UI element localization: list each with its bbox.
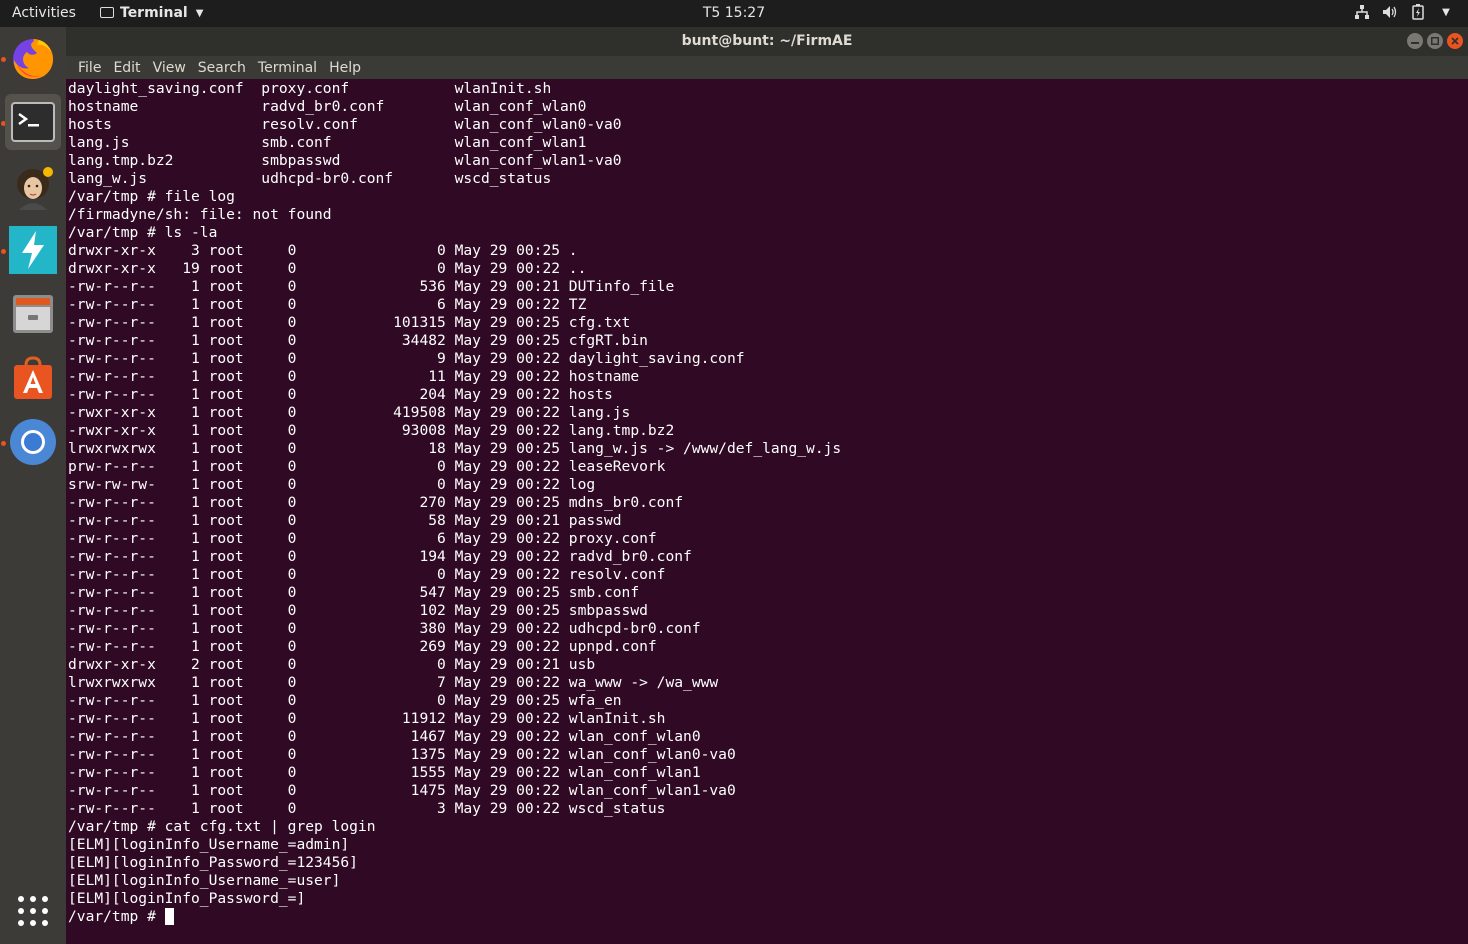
terminal-line: -rw-r--r-- 1 root 0 1555 May 29 00:22 wl… [68, 764, 701, 781]
grid-icon [18, 896, 48, 926]
dock [0, 27, 66, 944]
terminal-line: lang.tmp.bz2 smbpasswd wlan_conf_wlan1-v… [68, 152, 622, 169]
window-title-bar[interactable]: bunt@bunt: ~/FirmAE [66, 27, 1468, 56]
terminal-line: lang_w.js udhcpd-br0.conf wscd_status [68, 170, 552, 187]
file-cabinet-icon [13, 295, 53, 333]
terminal-line: -rw-r--r-- 1 root 0 380 May 29 00:22 udh… [68, 620, 701, 637]
terminal-line: -rw-r--r-- 1 root 0 101315 May 29 00:25 … [68, 314, 631, 331]
terminal-line: /var/tmp # ls -la [68, 224, 218, 241]
network-icon[interactable] [1354, 4, 1370, 20]
dock-item-terminal[interactable] [5, 94, 61, 150]
menu-search[interactable]: Search [192, 60, 252, 76]
terminal-line: -rwxr-xr-x 1 root 0 93008 May 29 00:22 l… [68, 422, 675, 439]
firefox-icon [13, 39, 54, 79]
dock-item-user-app[interactable] [5, 160, 61, 216]
clock[interactable]: T5 15:27 [703, 5, 765, 21]
window-title: bunt@bunt: ~/FirmAE [681, 33, 853, 49]
terminal-line: drwxr-xr-x 2 root 0 0 May 29 00:21 usb [68, 656, 596, 673]
terminal-lines: daylight_saving.conf proxy.conf wlanInit… [68, 80, 841, 926]
terminal-line: -rw-r--r-- 1 root 0 270 May 29 00:25 mdn… [68, 494, 684, 511]
terminal-line: -rw-r--r-- 1 root 0 9 May 29 00:22 dayli… [68, 350, 745, 367]
terminal-line: [ELM][loginInfo_Password_=] [68, 890, 306, 907]
menu-help[interactable]: Help [323, 60, 367, 76]
show-applications-button[interactable] [5, 883, 61, 939]
chevron-down-icon: ▼ [195, 7, 204, 19]
terminal-line: -rw-r--r-- 1 root 0 34482 May 29 00:25 c… [68, 332, 648, 349]
portrait-icon [17, 167, 53, 210]
software-store-icon [14, 356, 52, 399]
terminal-line: -rw-r--r-- 1 root 0 58 May 29 00:21 pass… [68, 512, 622, 529]
dock-item-firefox[interactable] [5, 30, 61, 86]
terminal-line: -rw-r--r-- 1 root 0 204 May 29 00:22 hos… [68, 386, 613, 403]
terminal-prompt-line[interactable]: /var/tmp # [68, 908, 841, 926]
terminal-line: -rw-r--r-- 1 root 0 0 May 29 00:22 resol… [68, 566, 666, 583]
dock-item-files[interactable] [5, 286, 61, 342]
terminal-line: -rw-r--r-- 1 root 0 0 May 29 00:25 wfa_e… [68, 692, 622, 709]
dock-item-flash-app[interactable] [5, 222, 61, 278]
terminal-line: -rw-r--r-- 1 root 0 547 May 29 00:25 smb… [68, 584, 640, 601]
system-tray[interactable]: ▼ [1354, 4, 1454, 20]
terminal-line: drwxr-xr-x 3 root 0 0 May 29 00:25 . [68, 242, 578, 259]
terminal-line: -rw-r--r-- 1 root 0 11912 May 29 00:22 w… [68, 710, 666, 727]
app-menu[interactable]: Terminal ▼ [100, 5, 203, 21]
terminal-line: -rw-r--r-- 1 root 0 1475 May 29 00:22 wl… [68, 782, 736, 799]
terminal-line: /firmadyne/sh: file: not found [68, 206, 332, 223]
terminal-line: -rwxr-xr-x 1 root 0 419508 May 29 00:22 … [68, 404, 631, 421]
terminal-line: [ELM][loginInfo_Username_=admin] [68, 836, 350, 853]
terminal-line: hosts resolv.conf wlan_conf_wlan0-va0 [68, 116, 622, 133]
terminal-icon [100, 6, 114, 18]
terminal-line: /var/tmp # cat cfg.txt | grep login [68, 818, 376, 835]
volume-icon[interactable] [1382, 4, 1398, 20]
terminal-line: -rw-r--r-- 1 root 0 269 May 29 00:22 upn… [68, 638, 657, 655]
terminal-line: -rw-r--r-- 1 root 0 102 May 29 00:25 smb… [68, 602, 648, 619]
terminal-prompt: /var/tmp # [68, 908, 165, 925]
terminal-line: srw-rw-rw- 1 root 0 0 May 29 00:22 log [68, 476, 596, 493]
terminal-line: [ELM][loginInfo_Password_=123456] [68, 854, 358, 871]
terminal-line: -rw-r--r-- 1 root 0 536 May 29 00:21 DUT… [68, 278, 675, 295]
terminal-line: hostname radvd_br0.conf wlan_conf_wlan0 [68, 98, 587, 115]
menu-view[interactable]: View [147, 60, 192, 76]
minimize-button[interactable] [1407, 33, 1423, 49]
close-button[interactable] [1447, 33, 1463, 49]
activities-button[interactable]: Activities [12, 5, 76, 21]
app-menu-label: Terminal [120, 5, 188, 21]
menu-file[interactable]: File [72, 60, 107, 76]
terminal-line: -rw-r--r-- 1 root 0 3 May 29 00:22 wscd_… [68, 800, 666, 817]
menu-edit[interactable]: Edit [107, 60, 146, 76]
terminal-output-area[interactable]: daylight_saving.conf proxy.conf wlanInit… [66, 79, 1468, 944]
terminal-line: drwxr-xr-x 19 root 0 0 May 29 00:22 .. [68, 260, 587, 277]
terminal-line: lrwxrwxrwx 1 root 0 18 May 29 00:25 lang… [68, 440, 842, 457]
minimize-icon [1411, 42, 1419, 44]
terminal-line: /var/tmp # file log [68, 188, 235, 205]
menu-bar: File Edit View Search Terminal Help [66, 56, 1468, 79]
dock-item-chromium[interactable] [5, 414, 61, 470]
close-icon [1451, 37, 1459, 45]
terminal-icon [11, 102, 55, 142]
terminal-line: -rw-r--r-- 1 root 0 11 May 29 00:22 host… [68, 368, 640, 385]
maximize-button[interactable] [1427, 33, 1443, 49]
menu-terminal[interactable]: Terminal [252, 60, 323, 76]
dock-item-software[interactable] [5, 350, 61, 406]
terminal-line: -rw-r--r-- 1 root 0 6 May 29 00:22 proxy… [68, 530, 657, 547]
terminal-cursor [164, 908, 174, 925]
terminal-line: daylight_saving.conf proxy.conf wlanInit… [68, 80, 552, 97]
terminal-line: [ELM][loginInfo_Username_=user] [68, 872, 341, 889]
terminal-line: prw-r--r-- 1 root 0 0 May 29 00:22 lease… [68, 458, 666, 475]
terminal-line: -rw-r--r-- 1 root 0 1467 May 29 00:22 wl… [68, 728, 701, 745]
terminal-line: -rw-r--r-- 1 root 0 6 May 29 00:22 TZ [68, 296, 587, 313]
terminal-line: lang.js smb.conf wlan_conf_wlan1 [68, 134, 587, 151]
terminal-line: -rw-r--r-- 1 root 0 194 May 29 00:22 rad… [68, 548, 692, 565]
chromium-icon [10, 419, 56, 465]
terminal-line: lrwxrwxrwx 1 root 0 7 May 29 00:22 wa_ww… [68, 674, 719, 691]
battery-icon[interactable] [1410, 4, 1426, 20]
terminal-line: -rw-r--r-- 1 root 0 1375 May 29 00:22 wl… [68, 746, 736, 763]
lightning-icon [9, 226, 57, 274]
top-bar: Activities Terminal ▼ T5 15:27 ▼ [0, 0, 1468, 27]
chevron-down-icon[interactable]: ▼ [1438, 4, 1454, 20]
maximize-icon [1431, 37, 1439, 45]
